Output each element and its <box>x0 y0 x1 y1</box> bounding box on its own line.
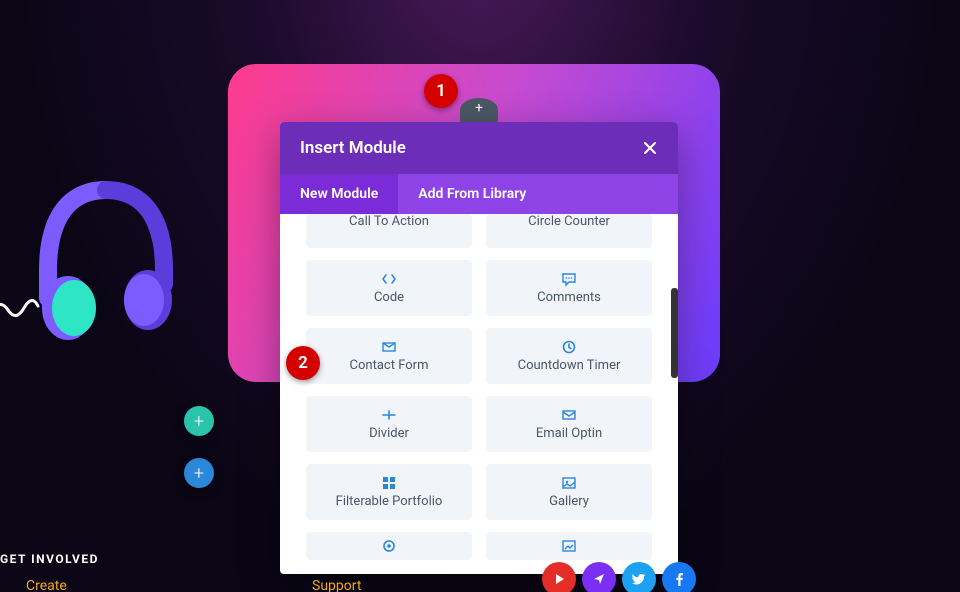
code-icon <box>381 271 397 287</box>
share-icon[interactable] <box>582 562 616 592</box>
module-label: Circle Counter <box>528 214 610 229</box>
plus-icon: + <box>194 411 204 432</box>
image-icon <box>561 475 577 491</box>
envelope-icon <box>561 407 577 423</box>
module-label: Comments <box>537 290 601 305</box>
footer-link-support[interactable]: Support <box>312 578 361 592</box>
modal-header: Insert Module <box>280 122 678 174</box>
clock-icon <box>561 339 577 355</box>
module-filterable-portfolio[interactable]: Filterable Portfolio <box>306 464 472 520</box>
module-email-optin[interactable]: Email Optin <box>486 396 652 452</box>
social-row <box>542 562 696 592</box>
add-section-tab[interactable]: + <box>460 98 498 122</box>
plus-icon: + <box>194 463 204 484</box>
picture-icon <box>561 538 577 554</box>
modal-body: Call To Action Circle Counter Code Comments… <box>280 214 678 574</box>
modal-title: Insert Module <box>300 138 406 158</box>
grid-icon <box>381 475 397 491</box>
footer-link-create[interactable]: Create <box>26 578 67 592</box>
insert-module-modal: Insert Module New Module Add From Librar… <box>280 122 678 574</box>
close-icon[interactable] <box>642 140 658 156</box>
module-countdown-timer[interactable]: Countdown Timer <box>486 328 652 384</box>
module-gallery[interactable]: Gallery <box>486 464 652 520</box>
module-code[interactable]: Code <box>306 260 472 316</box>
comment-icon <box>561 271 577 287</box>
module-label: Email Optin <box>536 426 602 441</box>
module-label: Code <box>374 290 404 305</box>
divider-icon <box>381 407 397 423</box>
module-divider[interactable]: Divider <box>306 396 472 452</box>
add-section-button[interactable]: + <box>184 458 214 488</box>
module-label: Contact Form <box>350 358 429 373</box>
annotation-text: 1 <box>436 81 446 101</box>
annotation-text: 2 <box>298 353 308 373</box>
module-call-to-action[interactable]: Call To Action <box>306 214 472 248</box>
headphones-illustration <box>36 180 176 350</box>
tab-add-from-library[interactable]: Add From Library <box>398 174 678 214</box>
module-circle-counter[interactable]: Circle Counter <box>486 214 652 248</box>
twitter-icon[interactable] <box>622 562 656 592</box>
module-label: Divider <box>369 426 409 441</box>
module-target[interactable] <box>306 532 472 560</box>
module-contact-form[interactable]: Contact Form <box>306 328 472 384</box>
annotation-badge-1: 1 <box>424 74 458 108</box>
module-label: Countdown Timer <box>518 358 621 373</box>
module-comments[interactable]: Comments <box>486 260 652 316</box>
add-row-button[interactable]: + <box>184 406 214 436</box>
plus-icon: + <box>475 100 483 116</box>
module-label: Gallery <box>549 494 589 509</box>
youtube-icon[interactable] <box>542 562 576 592</box>
module-label: Filterable Portfolio <box>336 494 443 509</box>
annotation-badge-2: 2 <box>286 346 320 380</box>
module-label: Call To Action <box>349 214 429 229</box>
scrollbar-handle[interactable] <box>671 288 678 378</box>
facebook-icon[interactable] <box>662 562 696 592</box>
target-icon <box>381 538 397 554</box>
footer-heading: GET INVOLVED <box>0 552 99 566</box>
decorative-squiggle <box>0 292 40 322</box>
mail-icon <box>381 339 397 355</box>
tab-new-module[interactable]: New Module <box>280 174 398 214</box>
modal-tabs: New Module Add From Library <box>280 174 678 214</box>
module-picture[interactable] <box>486 532 652 560</box>
